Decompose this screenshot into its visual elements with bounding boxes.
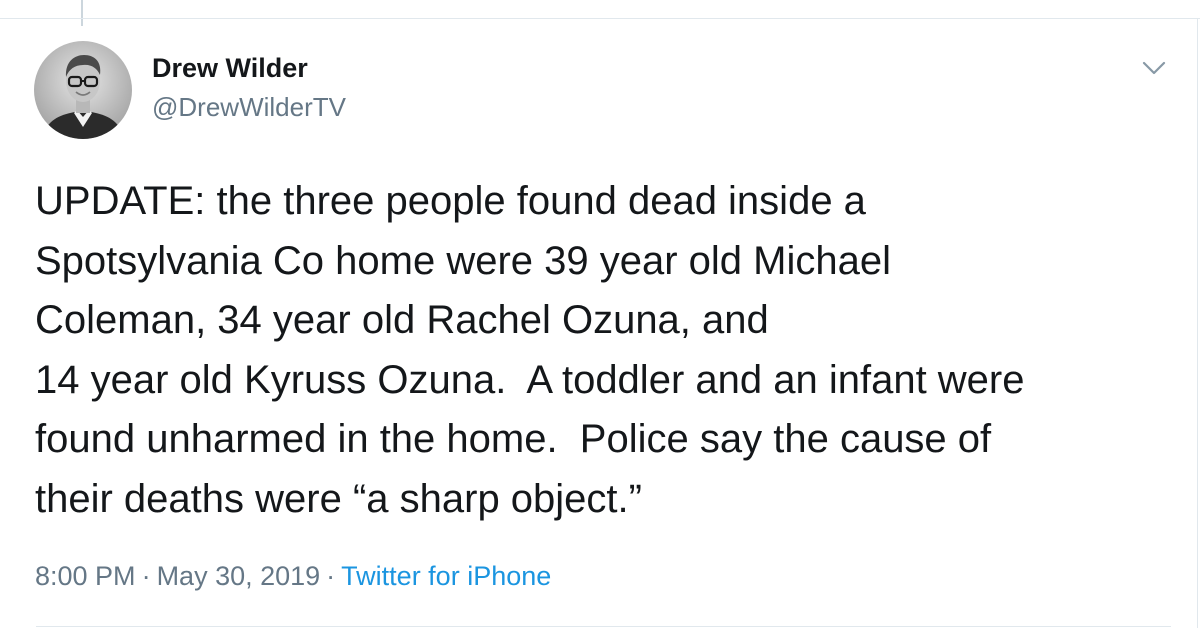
tweet-source-link[interactable]: Twitter for iPhone — [341, 561, 551, 591]
tweet-card: Drew Wilder @DrewWilderTV UPDATE: the th… — [0, 0, 1200, 628]
author-handle[interactable]: @DrewWilderTV — [152, 92, 346, 123]
tweet-text-line: 14 year old Kyruss Ozuna. A toddler and … — [35, 357, 1025, 402]
thread-connector-line — [81, 0, 83, 26]
tweet-right-border — [1197, 18, 1198, 628]
tweet-date[interactable]: May 30, 2019 — [157, 561, 321, 591]
tweet-text: UPDATE: the three people found dead insi… — [35, 172, 1165, 529]
tweet-text-line: Spotsylvania Co home were 39 year old Mi… — [35, 238, 891, 283]
meta-separator: · — [141, 561, 151, 591]
tweet-top-divider — [0, 18, 1200, 19]
avatar[interactable] — [34, 41, 132, 139]
meta-separator: · — [326, 561, 336, 591]
tweet-time[interactable]: 8:00 PM — [35, 561, 136, 591]
chevron-down-icon[interactable] — [1140, 54, 1168, 82]
avatar-photo — [34, 41, 132, 139]
tweet-text-line: found unharmed in the home. Police say t… — [35, 417, 992, 461]
tweet-text-line: UPDATE: the three people found dead insi… — [35, 179, 866, 223]
tweet-text-line: their deaths were “a sharp object.” — [35, 476, 642, 521]
tweet-text-line: Coleman, 34 year old Rachel Ozuna, and — [35, 298, 769, 342]
tweet-metadata: 8:00 PM · May 30, 2019 · Twitter for iPhone — [35, 561, 551, 592]
author-display-name[interactable]: Drew Wilder — [152, 53, 308, 84]
tweet-bottom-divider — [36, 626, 1171, 627]
